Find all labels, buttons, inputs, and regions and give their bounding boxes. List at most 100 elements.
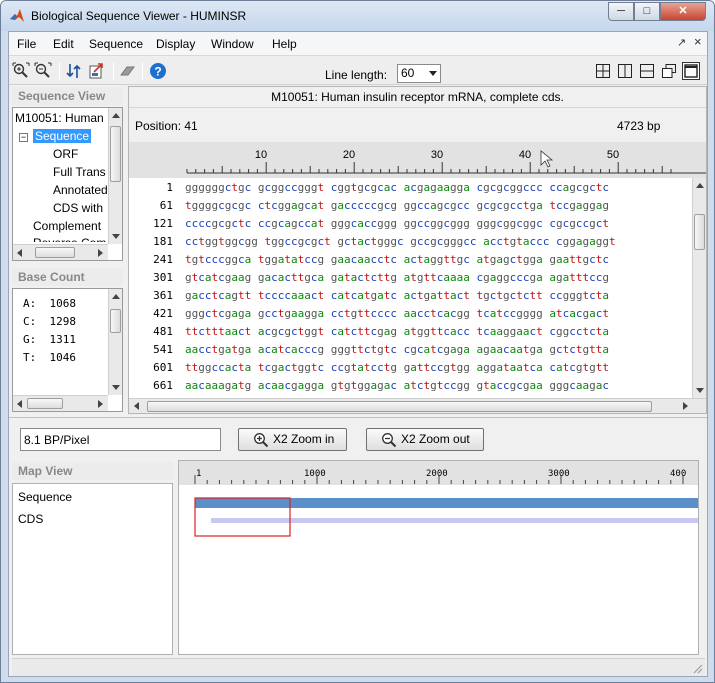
scrollbar-thumb[interactable] (110, 126, 121, 182)
row-position: 661 (153, 379, 173, 392)
base-value: 1298 (49, 315, 77, 328)
splitter[interactable] (9, 417, 707, 418)
float-window-icon (662, 64, 676, 78)
split-horizontal-icon (640, 64, 654, 78)
tree-item-annotated[interactable]: Annotated (53, 183, 108, 197)
app-window: Biological Sequence Viewer - HUMINSR ─ □… (0, 0, 715, 683)
layout-vertical-split-button[interactable] (616, 62, 634, 80)
track-label-cds[interactable]: CDS (18, 512, 43, 526)
cds-track-bar[interactable] (211, 518, 699, 523)
maximize-panel-icon (684, 64, 698, 78)
magnifier-plus-icon (254, 433, 269, 448)
scroll-left-icon[interactable] (17, 400, 22, 408)
scroll-down-icon[interactable] (112, 385, 120, 390)
layout-quad-button[interactable] (594, 62, 612, 80)
ruler-label: 30 (431, 149, 443, 161)
tree-root[interactable]: M10051: Human (15, 111, 104, 125)
tree-item-cds[interactable]: CDS with (53, 201, 103, 215)
zoom-out-tool[interactable] (33, 61, 53, 81)
scroll-right-icon[interactable] (98, 400, 103, 408)
sequence-track-bar[interactable] (195, 498, 699, 508)
tree-item-reverse[interactable]: Reverse Com (33, 236, 106, 242)
toolbar-separator (113, 62, 114, 80)
row-bases: gacctcagtt tccccaaact catcatgatc actgatt… (185, 289, 609, 302)
layout-horizontal-split-button[interactable] (638, 62, 656, 80)
base-count-row: C: 1298 (23, 315, 76, 328)
row-position: 121 (153, 217, 173, 230)
sequence-length: 4723 bp (617, 119, 661, 133)
layout-maximize-button[interactable] (682, 62, 700, 80)
menu-file[interactable]: File (17, 37, 36, 51)
scrollbar-thumb[interactable] (110, 309, 121, 333)
resize-grip-icon[interactable] (691, 662, 703, 674)
zoom-in-button[interactable]: X2 Zoom in (238, 428, 347, 451)
scroll-up-icon[interactable] (112, 113, 120, 118)
scrollbar-thumb[interactable] (147, 401, 652, 412)
line-length-select[interactable]: 60 (397, 64, 441, 83)
base-count-vertical-scrollbar[interactable] (108, 289, 122, 395)
scrollbar-thumb[interactable] (35, 247, 75, 258)
tree-item-complement[interactable]: Complement (33, 219, 101, 233)
row-position: 601 (153, 361, 173, 374)
row-bases: ggggggctgc gcggccgggt cggtgcgcac acgagaa… (185, 181, 609, 194)
zoom-in-tool[interactable] (11, 61, 31, 81)
scroll-down-icon[interactable] (112, 234, 120, 239)
scroll-right-icon[interactable] (683, 402, 688, 410)
sequence-text-area[interactable]: 1 ggggggctgc gcggccgggt cggtgcgcac acgaga… (129, 178, 692, 398)
scroll-up-icon[interactable] (112, 294, 120, 299)
menu-help[interactable]: Help (272, 37, 297, 51)
row-position: 421 (153, 307, 173, 320)
collapse-icon[interactable]: − (19, 133, 28, 142)
base-count-horizontal-scrollbar[interactable] (13, 395, 108, 411)
tree-item-sequence[interactable]: Sequence (33, 129, 92, 143)
layout-float-button[interactable] (660, 62, 678, 80)
scroll-down-icon[interactable] (696, 388, 704, 393)
swap-tool[interactable] (64, 61, 84, 81)
zoom-in-label: X2 Zoom in (273, 432, 335, 446)
row-position: 1 (166, 181, 173, 194)
scrollbar-thumb[interactable] (694, 214, 705, 250)
help-tool[interactable]: ? (148, 61, 168, 81)
scroll-left-icon[interactable] (134, 402, 139, 410)
menu-window[interactable]: Window (211, 37, 254, 51)
sequence-main-panel: M10051: Human insulin receptor mRNA, com… (128, 86, 707, 414)
line-length-value: 60 (401, 66, 415, 80)
position-bar: Position: 41 4723 bp (129, 107, 706, 141)
maximize-button[interactable]: □ (634, 2, 660, 21)
menu-display[interactable]: Display (156, 37, 195, 51)
sequence-vertical-scrollbar[interactable] (692, 178, 706, 398)
sequence-horizontal-scrollbar[interactable] (129, 398, 706, 413)
map-canvas[interactable]: 1 1000 2000 3000 400 (178, 460, 699, 655)
scroll-right-icon[interactable] (98, 249, 103, 257)
base-value: 1311 (49, 333, 77, 346)
bp-per-pixel-field[interactable]: 8.1 BP/Pixel (20, 428, 221, 451)
scrollbar-thumb[interactable] (27, 398, 63, 409)
map-ruler-label: 1 (196, 469, 201, 479)
scroll-left-icon[interactable] (17, 249, 22, 257)
zoom-out-button[interactable]: X2 Zoom out (366, 428, 484, 451)
eraser-tool[interactable] (117, 61, 137, 81)
row-position: 61 (159, 199, 173, 212)
toolbar-separator (59, 62, 60, 80)
export-tool[interactable] (87, 61, 107, 81)
minimize-button[interactable]: ─ (608, 2, 634, 21)
track-label-sequence[interactable]: Sequence (18, 490, 72, 504)
undock-icon[interactable]: ↗ (677, 36, 686, 49)
close-button[interactable]: ✕ (660, 2, 706, 21)
row-bases: aacctgatga acatcacccg gggttctgtc cgcatcg… (185, 343, 609, 356)
menu-close-icon[interactable]: × (694, 34, 702, 49)
tree-horizontal-scrollbar[interactable] (13, 244, 108, 260)
menu-edit[interactable]: Edit (53, 37, 74, 51)
tree-vertical-scrollbar[interactable] (108, 108, 122, 244)
close-icon: ✕ (678, 5, 688, 17)
scroll-up-icon[interactable] (696, 183, 704, 188)
menu-sequence[interactable]: Sequence (89, 37, 143, 51)
tree-item-full-translation[interactable]: Full Trans (53, 165, 106, 179)
base-count-row: T: 1046 (23, 351, 76, 364)
tree-item-orf[interactable]: ORF (53, 147, 78, 161)
row-bases: aacaaagatg acaacgagga gtgtggagac atctgtc… (185, 379, 609, 392)
magnifier-minus-icon (382, 433, 397, 448)
title-bar[interactable]: Biological Sequence Viewer - HUMINSR ─ □… (1, 1, 714, 31)
swap-arrows-icon (66, 64, 81, 78)
position-readout: Position: 41 (135, 119, 198, 133)
